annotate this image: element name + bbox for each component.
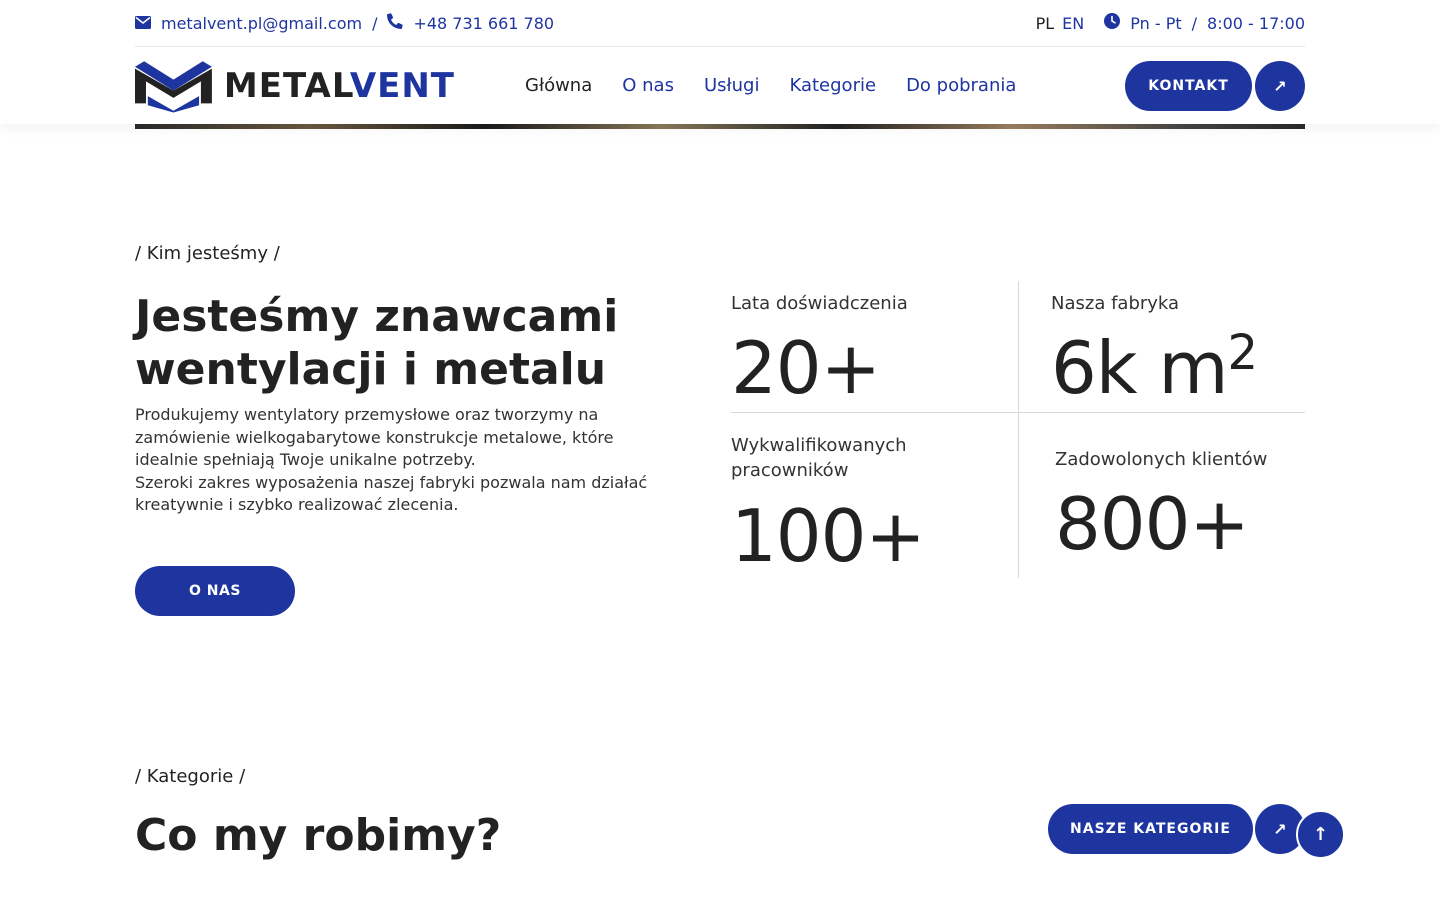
clock-icon bbox=[1104, 13, 1121, 33]
about-us-button[interactable]: O NAS bbox=[135, 566, 295, 616]
lang-hours: PL EN Pn - Pt / 8:00 - 17:00 bbox=[1036, 13, 1305, 33]
main-nav: Główna O nas Usługi Kategorie Do pobrani… bbox=[525, 75, 1046, 96]
envelope-icon bbox=[135, 14, 151, 33]
stat-label-experience: Lata doświadczenia bbox=[731, 293, 908, 314]
stats-divider-vertical bbox=[1018, 281, 1019, 578]
about-title: Jesteśmy znawcami wentylacji i metalu bbox=[135, 290, 695, 396]
nav-item-do-pobrania[interactable]: Do pobrania bbox=[906, 75, 1016, 96]
work-days: Pn - Pt bbox=[1130, 13, 1182, 33]
section-eyebrow: / Kim jesteśmy / bbox=[135, 243, 280, 264]
stat-value-factory: 6k m2 bbox=[1051, 325, 1259, 410]
about-paragraph-2: Szeroki zakres wyposażenia naszej fabryk… bbox=[135, 472, 648, 515]
categories-title: Co my robimy? bbox=[135, 810, 502, 861]
logo-mark-icon bbox=[135, 60, 212, 113]
logo-text-metal: METAL bbox=[223, 65, 350, 106]
stat-value-experience: 20+ bbox=[731, 326, 881, 410]
stats-divider-horizontal bbox=[731, 412, 1305, 413]
email-link[interactable]: metalvent.pl@gmail.com bbox=[161, 14, 362, 33]
about-paragraph-1: Produkujemy wentylatory przemysłowe oraz… bbox=[135, 405, 614, 469]
logo-wordmark: METALVENT bbox=[224, 66, 455, 106]
stat-label-clients: Zadowolonych klientów bbox=[1055, 449, 1268, 470]
contact-info: metalvent.pl@gmail.com / +48 731 661 780 bbox=[135, 13, 554, 33]
stat-value-factory-number: 6k m bbox=[1051, 326, 1229, 410]
main-nav-row: METALVENT Główna O nas Usługi Kategorie … bbox=[135, 47, 1305, 124]
work-hours: 8:00 - 17:00 bbox=[1207, 13, 1305, 33]
top-info-bar: metalvent.pl@gmail.com / +48 731 661 780… bbox=[135, 0, 1305, 47]
nav-item-o-nas[interactable]: O nas bbox=[622, 75, 674, 96]
about-title-line1: Jesteśmy znawcami bbox=[135, 291, 619, 342]
nav-item-glowna[interactable]: Główna bbox=[525, 75, 592, 96]
nav-item-kategorie[interactable]: Kategorie bbox=[789, 75, 876, 96]
arrow-up-right-icon: ↗ bbox=[1273, 76, 1287, 96]
phone-link[interactable]: +48 731 661 780 bbox=[413, 14, 554, 33]
stat-label-employees: Wykwalifikowanych pracowników bbox=[731, 435, 907, 481]
phone-icon bbox=[387, 13, 404, 33]
logo-text-vent: VENT bbox=[349, 65, 455, 106]
hero-image-edge bbox=[135, 124, 1305, 129]
contact-button[interactable]: KONTAKT bbox=[1125, 61, 1252, 111]
stat-value-clients: 800+ bbox=[1055, 482, 1250, 566]
section-eyebrow: / Kategorie / bbox=[135, 766, 246, 787]
about-title-line2: wentylacji i metalu bbox=[135, 344, 607, 395]
arrow-up-icon: ↑ bbox=[1312, 824, 1329, 845]
arrow-up-right-icon: ↗ bbox=[1273, 819, 1287, 839]
contact-arrow-button[interactable]: ↗ bbox=[1255, 61, 1305, 111]
stat-value-employees: 100+ bbox=[731, 494, 926, 578]
our-categories-button[interactable]: NASZE KATEGORIE bbox=[1048, 804, 1253, 854]
site-header: metalvent.pl@gmail.com / +48 731 661 780… bbox=[0, 0, 1440, 124]
separator: / bbox=[372, 13, 378, 33]
about-description: Produkujemy wentylatory przemysłowe oraz… bbox=[135, 404, 655, 517]
scroll-to-top-button[interactable]: ↑ bbox=[1296, 810, 1345, 859]
stat-value-factory-sup: 2 bbox=[1227, 325, 1259, 381]
logo[interactable]: METALVENT bbox=[135, 57, 455, 115]
nav-item-uslugi[interactable]: Usługi bbox=[704, 75, 760, 96]
lang-pl[interactable]: PL bbox=[1036, 14, 1055, 33]
lang-en[interactable]: EN bbox=[1062, 14, 1084, 33]
separator: / bbox=[1191, 13, 1198, 33]
stat-label-factory: Nasza fabryka bbox=[1051, 293, 1180, 314]
